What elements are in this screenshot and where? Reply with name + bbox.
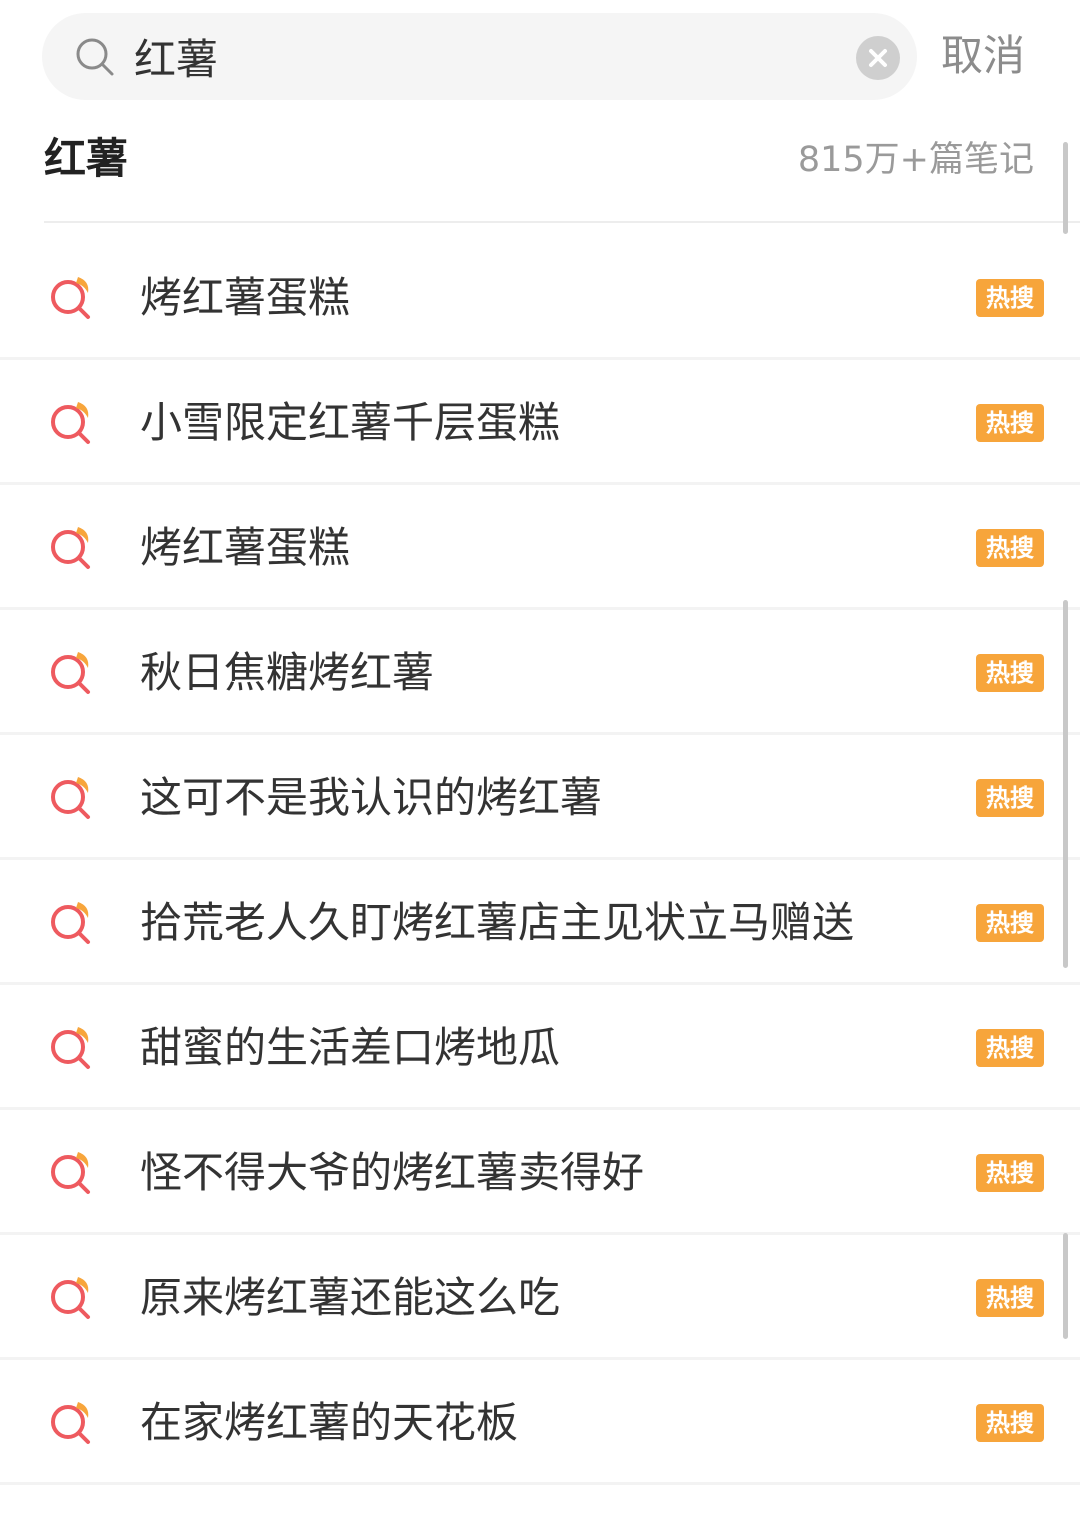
- list-item[interactable]: 秋日焦糖烤红薯 热搜: [0, 610, 1080, 735]
- suggestion-label: 原来烤红薯还能这么吃: [140, 1273, 561, 1322]
- hot-badge: 热搜: [976, 904, 1044, 942]
- suggestion-label: 秋日焦糖烤红薯: [140, 648, 435, 697]
- suggestion-label: 甜蜜的生活差口烤地瓜: [140, 1023, 561, 1072]
- list-item[interactable]: 拾荒老人久盯烤红薯店主见状立马赠送 热搜: [0, 860, 1080, 985]
- hot-badge: 热搜: [976, 279, 1044, 317]
- scrollbar[interactable]: [1063, 142, 1068, 234]
- suggestion-list: 烤红薯蛋糕 热搜 小雪限定红薯千层蛋糕 热搜 烤红薯蛋糕 热搜 秋日焦糖烤红薯 …: [0, 235, 1080, 1485]
- list-item[interactable]: 烤红薯蛋糕 热搜: [0, 235, 1080, 360]
- clear-button[interactable]: [856, 36, 900, 80]
- search-suggestion-icon: [48, 523, 96, 571]
- top-suggestion-count: 815万+篇笔记: [797, 140, 1034, 180]
- clear-icon: [869, 49, 887, 67]
- list-item[interactable]: 在家烤红薯的天花板 热搜: [0, 1360, 1080, 1485]
- search-suggestion-icon: [48, 1023, 96, 1071]
- scrollbar[interactable]: [1063, 1233, 1068, 1339]
- suggestion-label: 怪不得大爷的烤红薯卖得好: [140, 1148, 645, 1197]
- hot-badge: 热搜: [976, 1404, 1044, 1442]
- search-suggestion-icon: [48, 898, 96, 946]
- hot-badge: 热搜: [976, 529, 1044, 567]
- search-suggestion-icon: [48, 273, 96, 321]
- search-bar[interactable]: [42, 13, 917, 100]
- suggestion-label: 烤红薯蛋糕: [140, 523, 351, 572]
- hot-badge: 热搜: [976, 404, 1044, 442]
- hot-badge: 热搜: [976, 1029, 1044, 1067]
- list-item[interactable]: 怪不得大爷的烤红薯卖得好 热搜: [0, 1110, 1080, 1235]
- list-item[interactable]: 烤红薯蛋糕 热搜: [0, 485, 1080, 610]
- search-suggestion-icon: [48, 1148, 96, 1196]
- list-item[interactable]: 小雪限定红薯千层蛋糕 热搜: [0, 360, 1080, 485]
- suggestion-label: 烤红薯蛋糕: [140, 273, 351, 322]
- search-input[interactable]: [134, 13, 834, 100]
- scrollbar[interactable]: [1063, 600, 1068, 968]
- search-suggestion-icon: [48, 1273, 96, 1321]
- top-suggestion-term: 红薯: [44, 134, 129, 183]
- search-suggestion-icon: [48, 773, 96, 821]
- divider: [44, 221, 1080, 223]
- list-item[interactable]: 原来烤红薯还能这么吃 热搜: [0, 1235, 1080, 1360]
- search-suggestion-icon: [48, 398, 96, 446]
- hot-badge: 热搜: [976, 1154, 1044, 1192]
- suggestion-label: 在家烤红薯的天花板: [140, 1398, 519, 1447]
- suggestion-label: 小雪限定红薯千层蛋糕: [140, 398, 561, 447]
- search-suggestion-icon: [48, 1398, 96, 1446]
- suggestion-label: 这可不是我认识的烤红薯: [140, 773, 603, 822]
- cancel-button[interactable]: 取消: [941, 20, 1041, 92]
- top-suggestion[interactable]: 红薯 815万+篇笔记: [0, 100, 1080, 222]
- search-suggestion-icon: [48, 648, 96, 696]
- hot-badge: 热搜: [976, 779, 1044, 817]
- list-item[interactable]: 这可不是我认识的烤红薯 热搜: [0, 735, 1080, 860]
- list-item[interactable]: 甜蜜的生活差口烤地瓜 热搜: [0, 985, 1080, 1110]
- search-icon: [74, 36, 116, 78]
- hot-badge: 热搜: [976, 654, 1044, 692]
- hot-badge: 热搜: [976, 1279, 1044, 1317]
- suggestion-label: 拾荒老人久盯烤红薯店主见状立马赠送: [140, 898, 855, 947]
